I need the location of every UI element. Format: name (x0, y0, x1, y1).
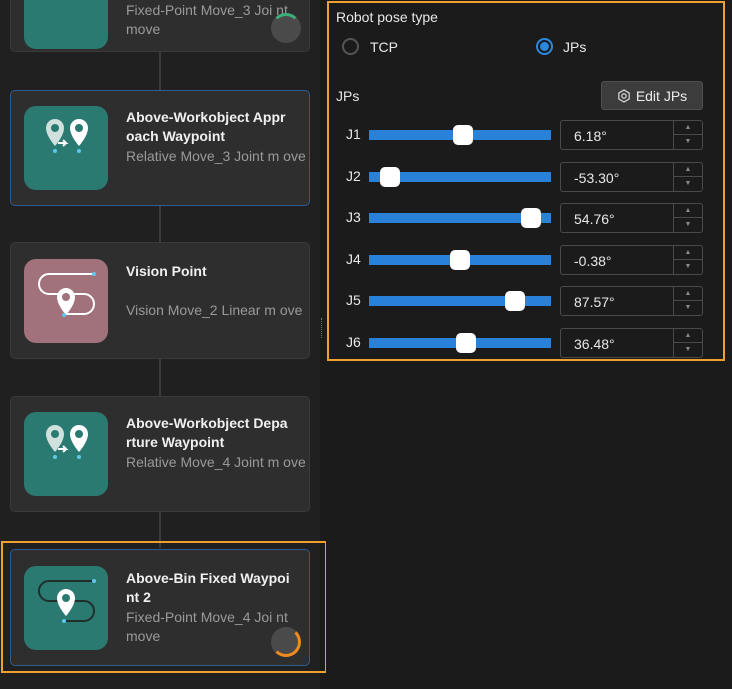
fixed-point-move-icon (24, 566, 108, 650)
step-title: Above-Bin Fixed Waypoi nt 2 (126, 570, 290, 605)
spin-up-icon[interactable]: ▲ (674, 204, 702, 219)
slider-thumb[interactable] (380, 166, 401, 187)
step-subtitle: Relative Move_4 Joint m ove (126, 454, 306, 470)
panel-splitter[interactable] (321, 318, 324, 338)
connector (159, 52, 161, 90)
connector (159, 206, 161, 242)
connector (159, 359, 161, 396)
spin-box[interactable]: ▲ ▼ (673, 161, 703, 192)
step-card[interactable]: Fixed-Point Move_3 Joi nt move (10, 0, 310, 52)
spin-box[interactable]: ▲ ▼ (673, 244, 703, 275)
spin-box[interactable]: ▲ ▼ (673, 203, 703, 234)
joint-value-input[interactable]: -53.30° (560, 161, 673, 192)
status-green-icon (271, 13, 301, 43)
step-subtitle: Relative Move_3 Joint m ove (126, 148, 306, 164)
settings-icon (617, 88, 630, 103)
spin-down-icon[interactable]: ▼ (674, 260, 702, 274)
joint-label: J6 (346, 334, 361, 350)
spin-box[interactable]: ▲ ▼ (673, 286, 703, 317)
fixed-point-move-icon (24, 0, 108, 49)
spin-down-icon[interactable]: ▼ (674, 135, 702, 149)
joint-slider[interactable] (369, 249, 551, 270)
step-card[interactable]: Above-Workobject Depa rture Waypoint Rel… (10, 396, 310, 512)
step-title: Above-Workobject Appr oach Waypoint (126, 109, 286, 144)
workflow-panel: Fixed-Point Move_3 Joi nt move Above-Wor… (0, 0, 327, 689)
joint-slider[interactable] (369, 208, 551, 229)
joint-value-input[interactable]: 87.57° (560, 286, 673, 317)
step-subtitle: Vision Move_2 Linear m ove (126, 302, 303, 318)
radio-jps-label[interactable]: JPs (563, 39, 586, 55)
spin-up-icon[interactable]: ▲ (674, 287, 702, 302)
slider-thumb[interactable] (505, 291, 526, 312)
spin-down-icon[interactable]: ▼ (674, 301, 702, 315)
spin-down-icon[interactable]: ▼ (674, 177, 702, 191)
radio-jps[interactable] (536, 38, 553, 55)
joint-label: J2 (346, 167, 361, 184)
joint-row-j3: J3 54.76° ▲ ▼ (326, 203, 732, 234)
robot-pose-type-label: Robot pose type (336, 9, 438, 25)
slider-thumb[interactable] (521, 208, 542, 229)
connector (159, 512, 161, 548)
joint-slider[interactable] (369, 166, 551, 187)
slider-thumb[interactable] (453, 125, 474, 145)
step-title: Above-Workobject Depa rture Waypoint (126, 415, 288, 450)
status-orange-icon (271, 627, 301, 657)
step-card[interactable]: Above-Workobject Appr oach Waypoint Rela… (10, 90, 310, 206)
vision-move-icon (24, 259, 108, 343)
jps-label: JPs (336, 88, 360, 104)
joint-row-j5: J5 87.57° ▲ ▼ (326, 286, 732, 317)
relative-move-icon (24, 412, 108, 496)
joint-value-input[interactable]: 54.76° (560, 203, 673, 234)
slider-thumb[interactable] (456, 333, 477, 353)
joint-row-j2: J2 -53.30° ▲ ▼ (326, 161, 732, 192)
spin-down-icon[interactable]: ▼ (674, 343, 702, 357)
joint-row-j6: J6 36.48° ▲ ▼ (326, 328, 732, 358)
radio-tcp-label[interactable]: TCP (370, 39, 398, 55)
edit-jps-button[interactable]: Edit JPs (601, 81, 703, 110)
joint-row-j1: J1 6.18° ▲ ▼ (326, 120, 732, 150)
spin-box[interactable]: ▲ ▼ (673, 120, 703, 150)
spin-down-icon[interactable]: ▼ (674, 218, 702, 232)
properties-panel: Robot pose type TCP JPs JPs Edit JPs J1 … (326, 0, 732, 689)
relative-move-icon (24, 106, 108, 190)
spin-box[interactable]: ▲ ▼ (673, 328, 703, 358)
step-card[interactable]: Vision Point Vision Move_2 Linear m ove (10, 242, 310, 359)
joint-label: J4 (346, 250, 361, 267)
joint-value-input[interactable]: -0.38° (560, 244, 673, 275)
step-title: Vision Point (126, 263, 207, 279)
joint-row-j4: J4 -0.38° ▲ ▼ (326, 244, 732, 275)
joint-value-input[interactable]: 36.48° (560, 328, 673, 358)
joint-label: J5 (346, 292, 361, 309)
spin-up-icon[interactable]: ▲ (674, 329, 702, 343)
radio-tcp[interactable] (342, 38, 359, 55)
joint-label: J1 (346, 126, 361, 142)
edit-jps-label: Edit JPs (635, 87, 688, 104)
joint-value-input[interactable]: 6.18° (560, 120, 673, 150)
joint-slider[interactable] (369, 333, 551, 353)
slider-thumb[interactable] (450, 249, 470, 270)
joint-label: J3 (346, 209, 361, 226)
joint-slider[interactable] (369, 291, 551, 312)
spin-up-icon[interactable]: ▲ (674, 121, 702, 135)
step-card[interactable]: Above-Bin Fixed Waypoi nt 2 Fixed-Point … (10, 549, 310, 666)
spin-up-icon[interactable]: ▲ (674, 246, 702, 260)
spin-up-icon[interactable]: ▲ (674, 163, 702, 177)
joint-slider[interactable] (369, 125, 551, 145)
